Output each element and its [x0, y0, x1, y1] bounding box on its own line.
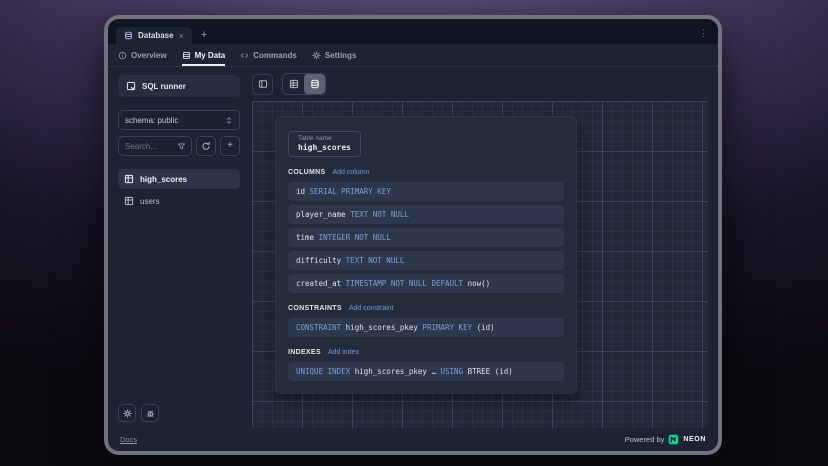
side-panel-toggle-button[interactable] [252, 74, 273, 95]
column-row[interactable]: difficulty TEXT NOT NULL [288, 251, 564, 270]
table-editor-card: Table name high_scores COLUMNS Add colum… [275, 116, 577, 394]
indexes-header: INDEXES [288, 349, 321, 356]
search-box[interactable] [118, 136, 192, 156]
tab-settings-label: Settings [325, 51, 357, 60]
grid-view-button[interactable] [283, 74, 304, 94]
gear-icon [123, 409, 132, 418]
panel-icon [258, 79, 268, 89]
tab-close-icon[interactable]: × [179, 31, 184, 41]
refresh-button[interactable] [196, 136, 216, 156]
settings-button[interactable] [118, 404, 136, 422]
sidebar-spacer [118, 211, 240, 404]
powered-by-label: Powered by [625, 435, 665, 444]
columns-header: COLUMNS [288, 169, 326, 176]
window-body: SQL runner schema: public [108, 67, 718, 428]
add-index-link[interactable]: Add index [328, 349, 359, 356]
constraint-row[interactable]: CONSTRAINT high_scores_pkey PRIMARY KEY … [288, 318, 564, 337]
sidebar-bottom-actions [118, 404, 240, 422]
desktop-background: Database × + ⋮ Overview [0, 0, 828, 466]
sql-runner-button[interactable]: SQL runner [118, 75, 240, 97]
bug-report-button[interactable] [141, 404, 159, 422]
columns-list: id SERIAL PRIMARY KEY player_name TEXT N… [288, 182, 564, 293]
tab-strip: Database × + ⋮ [108, 19, 718, 44]
add-constraint-link[interactable]: Add constraint [349, 305, 394, 312]
constraints-section-header: CONSTRAINTS Add constraint [288, 305, 564, 312]
tab-title: Database [138, 31, 174, 40]
database-tab-icon [124, 31, 133, 40]
table-name-value[interactable]: high_scores [298, 143, 351, 152]
bug-icon [146, 409, 155, 418]
tab-my-data-label: My Data [195, 51, 226, 60]
add-column-link[interactable]: Add column [333, 169, 370, 176]
console-icon [126, 81, 136, 91]
table-name-label: Table name [298, 135, 351, 142]
tab-overview-label: Overview [131, 51, 167, 60]
view-mode-segmented-control [282, 73, 326, 95]
neon-brand-label: NEON [683, 436, 706, 443]
chevron-updown-icon [225, 116, 233, 125]
tab-settings[interactable]: Settings [312, 44, 357, 66]
column-row[interactable]: player_name TEXT NOT NULL [288, 205, 564, 224]
neon-logo-icon [668, 434, 679, 445]
powered-by-neon[interactable]: Powered by NEON [625, 434, 706, 445]
table-list: high_scores users [118, 169, 240, 211]
table-name-field[interactable]: Table name high_scores [288, 131, 361, 157]
search-row: + [118, 136, 240, 156]
add-table-button[interactable]: + [220, 136, 240, 156]
filter-icon[interactable] [177, 142, 186, 151]
window-menu-icon[interactable]: ⋮ [699, 28, 708, 39]
schema-canvas[interactable]: Table name high_scores COLUMNS Add colum… [252, 101, 708, 428]
new-tab-button[interactable]: + [201, 30, 207, 41]
index-row[interactable]: UNIQUE INDEX high_scores_pkey … USING BT… [288, 362, 564, 381]
grid-view-icon [289, 79, 299, 89]
tab-my-data[interactable]: My Data [182, 44, 226, 66]
schema-select[interactable]: schema: public [118, 110, 240, 130]
column-row[interactable]: id SERIAL PRIMARY KEY [288, 182, 564, 201]
canvas-toolbar [252, 73, 708, 95]
table-item-label: high_scores [140, 175, 187, 184]
table-icon [124, 196, 134, 206]
main-area: Table name high_scores COLUMNS Add colum… [246, 67, 718, 428]
columns-section-header: COLUMNS Add column [288, 169, 564, 176]
tab-overview[interactable]: Overview [118, 44, 167, 66]
table-item-label: users [140, 197, 160, 206]
info-icon [118, 51, 127, 60]
refresh-icon [201, 141, 211, 151]
nav-bar: Overview My Data [108, 44, 718, 67]
app-window-frame: Database × + ⋮ Overview [104, 15, 722, 455]
database-app-window: Database × + ⋮ Overview [108, 19, 718, 451]
gear-icon [312, 51, 321, 60]
constraints-header: CONSTRAINTS [288, 305, 342, 312]
code-icon [240, 51, 249, 60]
tab-commands-label: Commands [253, 51, 297, 60]
search-input[interactable] [125, 142, 177, 151]
table-item-users[interactable]: users [118, 191, 240, 211]
database-icon [182, 51, 191, 60]
schema-view-icon [310, 79, 320, 89]
column-row[interactable]: time INTEGER NOT NULL [288, 228, 564, 247]
tab-commands[interactable]: Commands [240, 44, 297, 66]
indexes-section-header: INDEXES Add index [288, 349, 564, 356]
window-footer: Docs Powered by NEON [108, 428, 718, 451]
schema-select-value: schema: public [125, 116, 178, 125]
indexes-list: UNIQUE INDEX high_scores_pkey … USING BT… [288, 362, 564, 381]
table-item-high-scores[interactable]: high_scores [118, 169, 240, 189]
sidebar: SQL runner schema: public [108, 67, 246, 428]
schema-view-button[interactable] [304, 74, 325, 94]
sql-runner-label: SQL runner [142, 82, 186, 91]
constraints-list: CONSTRAINT high_scores_pkey PRIMARY KEY … [288, 318, 564, 337]
docs-link[interactable]: Docs [120, 435, 137, 444]
table-icon [124, 174, 134, 184]
column-row[interactable]: created_at TIMESTAMP NOT NULL DEFAULT no… [288, 274, 564, 293]
tab-database[interactable]: Database × [116, 27, 192, 44]
